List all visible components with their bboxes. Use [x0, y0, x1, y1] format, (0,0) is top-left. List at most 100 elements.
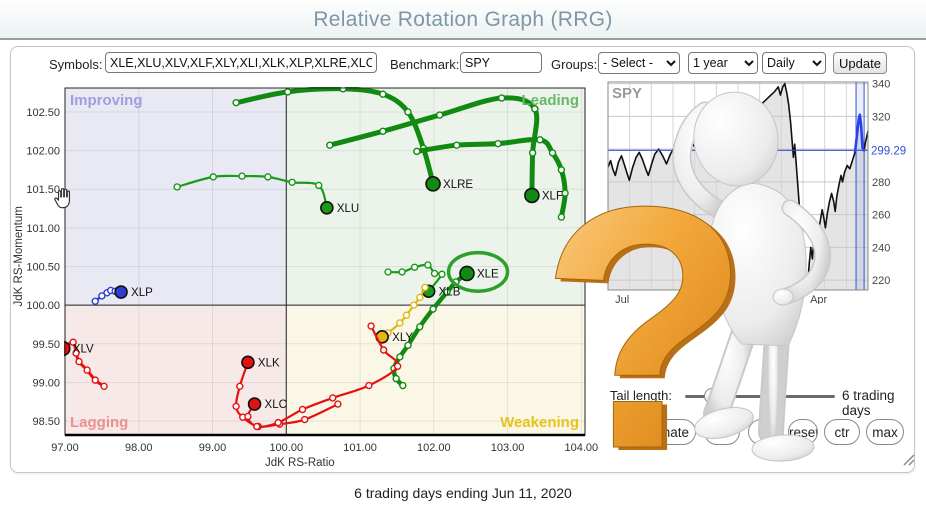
person-hand: [773, 289, 793, 305]
ticker-label-XLE: XLE: [477, 268, 499, 280]
benchmark-input[interactable]: [460, 52, 542, 73]
trail-point-XLB: [432, 270, 438, 276]
y-tick-label: 98.50: [32, 416, 60, 428]
rrg-app: Relative Rotation Graph (RRG) Symbols: B…: [0, 0, 926, 505]
trail-point-XLC: [381, 347, 387, 353]
trail-point-XLRE: [340, 86, 346, 92]
symbols-input[interactable]: [105, 52, 377, 73]
frequency-select[interactable]: Daily: [762, 52, 826, 74]
trail-point-XLRE: [405, 109, 411, 115]
trail-point-XLI: [414, 148, 420, 154]
x-tick-label: 98.00: [125, 442, 153, 454]
trail-point-XLY: [422, 284, 428, 290]
ticker-label-XLRE: XLRE: [443, 179, 473, 191]
trail-point-XLI: [454, 142, 460, 148]
quadrant-label-improving: Improving: [70, 92, 143, 109]
trail-point-XLE: [400, 383, 406, 389]
trail-point-XLU: [174, 184, 180, 190]
trail-point-XLK: [335, 401, 341, 407]
trail-point-XLB: [385, 269, 391, 275]
trail-point-XLE: [393, 376, 399, 382]
trail-point-XLE: [397, 354, 403, 360]
head-XLU[interactable]: [321, 202, 333, 214]
trail-point-XLB: [412, 264, 418, 270]
page-title: Relative Rotation Graph (RRG): [0, 0, 926, 40]
trail-point-XLP: [92, 298, 98, 304]
trail-point-XLE: [430, 306, 436, 312]
head-XLP[interactable]: [115, 286, 127, 298]
head-XLRE[interactable]: [426, 177, 440, 191]
y-axis-title: JdK RS-Momentum: [13, 206, 25, 306]
trail-point-XLB: [439, 271, 445, 277]
x-tick-label: 101.00: [343, 442, 377, 454]
trail-point-XLF: [499, 95, 505, 101]
y-tick-label: 100.50: [26, 262, 60, 274]
benchmark-label: Benchmark:: [390, 57, 459, 72]
period-select[interactable]: 1 year: [688, 52, 758, 74]
ticker-label-XLU: XLU: [337, 203, 359, 215]
x-tick-label: 100.00: [269, 442, 303, 454]
trail-point-XLY: [397, 320, 403, 326]
x-axis-title: JdK RS-Ratio: [265, 457, 335, 469]
x-tick-label: 102.00: [417, 442, 451, 454]
trail-point-XLV: [92, 377, 98, 383]
trail-point-XLU: [289, 179, 295, 185]
trail-point-XLV: [84, 367, 90, 373]
ticker-label-XLV: XLV: [73, 343, 94, 355]
trail-point-XLB: [399, 269, 405, 275]
page-header: Relative Rotation Graph (RRG): [0, 0, 926, 40]
trail-point-XLY: [404, 312, 410, 318]
question-mark-graphic: ? ?: [535, 150, 755, 480]
trail-point-XLK: [233, 403, 239, 409]
trail-point-XLU: [210, 174, 216, 180]
ticker-label-XLB: XLB: [439, 286, 461, 298]
trail-point-XLF: [327, 142, 333, 148]
y-tick-label: 100.00: [26, 300, 60, 312]
ticker-label-XLK: XLK: [258, 357, 280, 369]
trail-point-XLC: [366, 383, 372, 389]
y-tick-label: 99.50: [32, 339, 60, 351]
trail-point-XLRE: [380, 91, 386, 97]
trail-point-XLRE: [233, 100, 239, 106]
update-button[interactable]: Update: [833, 52, 887, 74]
x-tick-label: 99.00: [199, 442, 227, 454]
trail-point-XLI: [537, 137, 543, 143]
quadrant-improving[interactable]: [65, 88, 286, 305]
head-XLE[interactable]: [460, 266, 474, 280]
x-tick-label: 97.00: [51, 442, 79, 454]
y-tick-label: 102.00: [26, 146, 60, 158]
trail-point-XLU: [316, 182, 322, 188]
trail-point-XLC: [275, 420, 281, 426]
x-tick-label: 103.00: [491, 442, 525, 454]
question-mark-glyph: ?: [540, 150, 751, 480]
groups-select[interactable]: - Select -: [598, 52, 680, 74]
trail-point-XLC: [254, 423, 260, 429]
ticker-label-XLP: XLP: [131, 287, 153, 299]
trail-point-XLK: [302, 417, 308, 423]
trail-point-XLF: [437, 112, 443, 118]
y-tick-label: 101.00: [26, 223, 60, 235]
trail-point-XLC: [368, 323, 374, 329]
trail-point-XLE: [417, 324, 423, 330]
trail-point-XLF: [380, 128, 386, 134]
trail-point-XLRE: [285, 89, 291, 95]
trail-point-XLV: [101, 383, 107, 389]
trail-point-XLC: [330, 395, 336, 401]
groups-label: Groups:: [551, 57, 597, 72]
rrg-chart: XLUXLREXLFXLBXLEXLYXLPXLVXLKXLC97.0098.0…: [0, 60, 615, 472]
ticker-label-XLC: XLC: [265, 399, 287, 411]
trail-point-XLK: [237, 383, 243, 389]
trail-point-XLC: [245, 413, 251, 419]
trail-point-XLU: [239, 173, 245, 179]
trail-point-XLY: [411, 302, 417, 308]
trail-point-XLV: [76, 359, 82, 365]
head-XLC[interactable]: [249, 398, 261, 410]
trail-point-XLB: [425, 262, 431, 268]
footer-caption: 6 trading days ending Jun 11, 2020: [0, 485, 926, 501]
trail-point-XLC: [300, 406, 306, 412]
y-tick-label: 102.50: [26, 107, 60, 119]
ticker-label-XLY: XLY: [392, 332, 413, 344]
quadrant-label-leading: Leading: [521, 92, 579, 109]
head-XLK[interactable]: [242, 356, 254, 368]
quadrant-label-lagging: Lagging: [70, 414, 128, 431]
